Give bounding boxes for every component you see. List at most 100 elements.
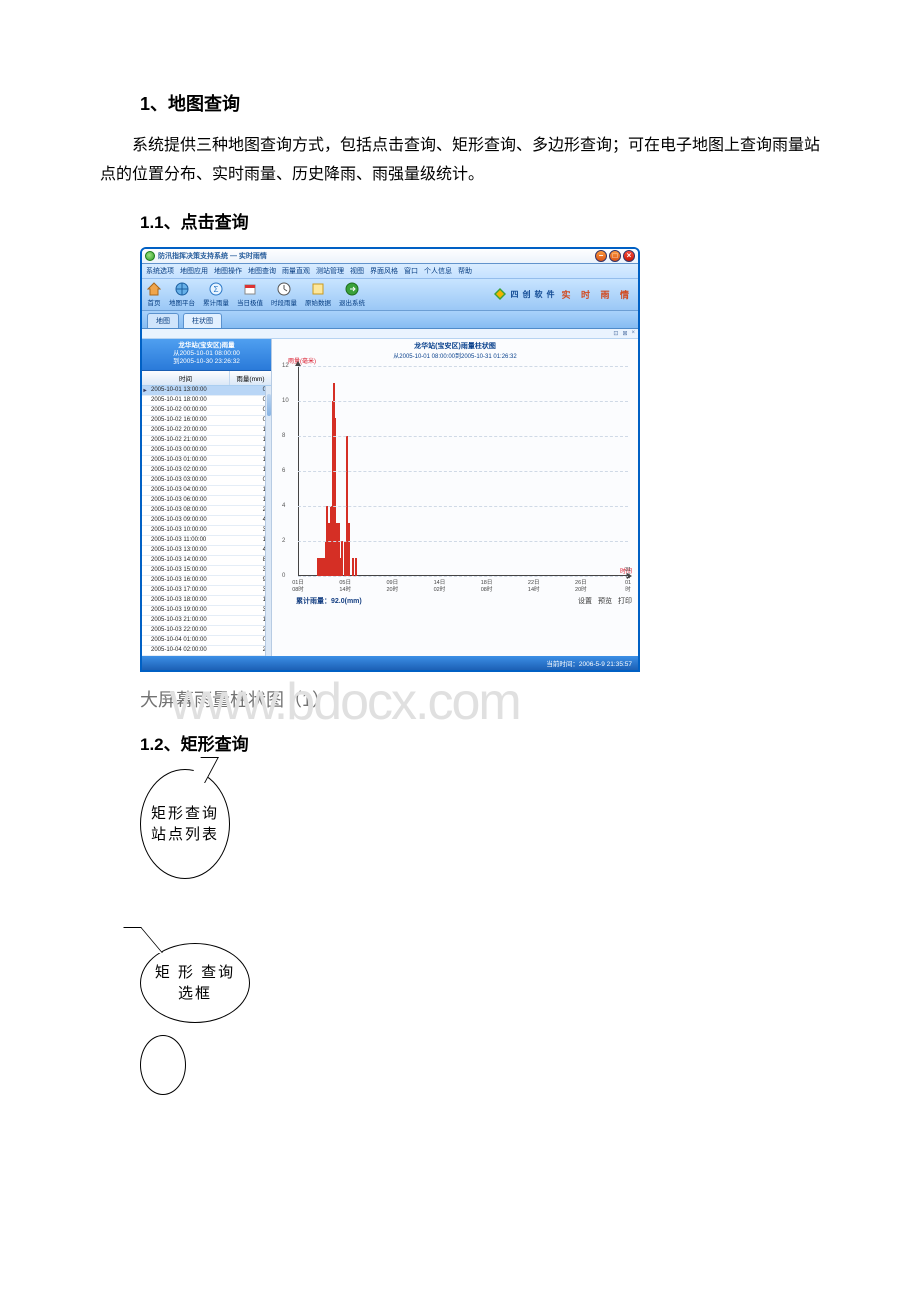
callout-bubble-empty	[140, 1035, 186, 1095]
menu-item[interactable]: 帮助	[458, 266, 472, 276]
table-row[interactable]: 2005-10-03 10:00:003	[142, 526, 271, 536]
x-tick: 09日20时	[386, 580, 398, 593]
menu-item[interactable]: 窗口	[404, 266, 418, 276]
toolbar-globe-button[interactable]: 地图平台	[169, 282, 195, 307]
scrollbar[interactable]	[265, 386, 271, 656]
subheading-click-query: 1.1、点击查询	[140, 208, 860, 233]
toolbar: 首页地图平台 Σ累计雨量当日极值时段雨量原始数据退出系统 四创软件 实 时 雨 情	[142, 279, 638, 311]
table-col-headers: 时间 雨量(mm)	[142, 371, 271, 386]
table-row[interactable]: 2005-10-04 02:00:002	[142, 646, 271, 656]
statusbar: 当前时间：2006-5-9 21:35:57	[142, 656, 638, 670]
toolbar-orig-button[interactable]: 原始数据	[305, 282, 331, 307]
toolbar-time-button[interactable]: 时段雨量	[271, 282, 297, 307]
table-row[interactable]: 2005-10-02 20:00:001	[142, 426, 271, 436]
inner-tab-button[interactable]: ⊡	[613, 330, 618, 337]
y-tick: 4	[282, 503, 285, 509]
maximize-button[interactable]: □	[609, 250, 621, 262]
table-row[interactable]: 2005-10-02 00:00:000	[142, 406, 271, 416]
inner-tab-button[interactable]: ⊠	[622, 330, 627, 337]
table-row[interactable]: 2005-10-03 01:00:001	[142, 456, 271, 466]
toolbar-exit-button[interactable]: 退出系统	[339, 282, 365, 307]
chart-canvas: 雨量(毫米) 时间 024681012 01日08时05日14时09日20时14…	[278, 364, 632, 594]
table-row[interactable]: ▸2005-10-01 13:00:000	[142, 386, 271, 396]
table-row[interactable]: 2005-10-03 21:00:001	[142, 616, 271, 626]
tab-1[interactable]: 柱状图	[183, 313, 222, 328]
table-row[interactable]: 2005-10-03 08:00:002	[142, 506, 271, 516]
chart-bar	[352, 558, 354, 575]
toolbar-sum-button[interactable]: Σ累计雨量	[203, 282, 229, 307]
inner-tab-button[interactable]: ×	[631, 330, 635, 337]
toolbar-home-button[interactable]: 首页	[147, 282, 161, 307]
table-row[interactable]: 2005-10-04 01:00:000	[142, 636, 271, 646]
chart-action-打印[interactable]: 打印	[618, 596, 632, 606]
table-row[interactable]: 2005-10-03 13:00:004	[142, 546, 271, 556]
tab-0[interactable]: 地图	[147, 313, 179, 328]
chart-action-预览[interactable]: 预览	[598, 596, 612, 606]
app-screenshot: 防汛指挥决策支持系统 — 实时雨情 − □ × 系统选项地图应用地图操作地图查询…	[140, 247, 860, 672]
table-row[interactable]: 2005-10-03 18:00:001	[142, 596, 271, 606]
figure-caption: 大屏幕雨量柱状图（1）	[140, 686, 860, 712]
table-body[interactable]: ▸2005-10-01 13:00:0002005-10-01 18:00:00…	[142, 386, 271, 656]
x-tick: 26日20时	[575, 580, 587, 593]
menu-item[interactable]: 视图	[350, 266, 364, 276]
subheading-rect-query: 1.2、矩形查询	[140, 730, 860, 755]
brand-tag: 实 时 雨 情	[561, 288, 633, 301]
table-row[interactable]: 2005-10-03 19:00:003	[142, 606, 271, 616]
data-table-pane: 龙华站(宝安区)雨量 从2005-10-01 08:00:00 到2005-10…	[142, 339, 272, 656]
menu-item[interactable]: 个人信息	[424, 266, 452, 276]
chart-action-设置[interactable]: 设置	[578, 596, 592, 606]
close-button[interactable]: ×	[623, 250, 635, 262]
menu-item[interactable]: 地图查询	[248, 266, 276, 276]
station-title: 龙华站(宝安区)雨量	[144, 342, 269, 350]
table-row[interactable]: 2005-10-03 00:00:001	[142, 446, 271, 456]
menu-item[interactable]: 测站管理	[316, 266, 344, 276]
x-tick: 01日08时	[292, 580, 304, 593]
menu-item[interactable]: 地图操作	[214, 266, 242, 276]
table-row[interactable]: 2005-10-03 16:00:009	[142, 576, 271, 586]
sub-tabs: 地图柱状图	[142, 311, 638, 329]
app-logo-icon	[145, 251, 155, 261]
brand-area: 四创软件 实 时 雨 情	[493, 287, 633, 301]
inner-tabs: ⊡ ⊠ ×	[142, 329, 638, 339]
range-to: 到2005-10-30 23:26:32	[144, 358, 269, 366]
table-row[interactable]: 2005-10-03 09:00:004	[142, 516, 271, 526]
y-tick: 0	[282, 573, 285, 579]
table-row[interactable]: 2005-10-03 04:00:001	[142, 486, 271, 496]
y-tick: 10	[282, 398, 289, 404]
table-row[interactable]: 2005-10-03 22:00:002	[142, 626, 271, 636]
y-tick: 12	[282, 363, 289, 369]
menu-item[interactable]: 地图应用	[180, 266, 208, 276]
brand-name: 四创软件	[510, 289, 558, 300]
chart-bar	[348, 523, 350, 576]
y-tick: 8	[282, 433, 285, 439]
minimize-button[interactable]: −	[595, 250, 607, 262]
table-row[interactable]: 2005-10-03 11:00:001	[142, 536, 271, 546]
table-row[interactable]: 2005-10-03 06:00:001	[142, 496, 271, 506]
callout-bubble-rect: 矩 形 查询选框	[140, 943, 250, 1023]
callout-tail-icon	[123, 927, 163, 953]
chart-subtitle: 从2005-10-01 08:00:00到2005-10-31 01:26:32	[272, 351, 638, 360]
menu-item[interactable]: 界面风格	[370, 266, 398, 276]
toolbar-day-button[interactable]: 当日极值	[237, 282, 263, 307]
table-row[interactable]: 2005-10-03 03:00:000	[142, 476, 271, 486]
titlebar: 防汛指挥决策支持系统 — 实时雨情 − □ ×	[142, 249, 638, 264]
menu-item[interactable]: 雨量直观	[282, 266, 310, 276]
table-row[interactable]: 2005-10-03 15:00:003	[142, 566, 271, 576]
y-tick: 6	[282, 468, 285, 474]
y-tick: 2	[282, 538, 285, 544]
chart-pane: 龙华站(宝安区)雨量柱状图 从2005-10-01 08:00:00到2005-…	[272, 339, 638, 656]
table-row[interactable]: 2005-10-03 14:00:008	[142, 556, 271, 566]
chart-bar	[355, 558, 357, 575]
col-rain[interactable]: 雨量(mm)	[230, 371, 271, 385]
table-row[interactable]: 2005-10-03 02:00:001	[142, 466, 271, 476]
x-tick: 14日02时	[434, 580, 446, 593]
sum-label: 累计雨量：92.0(mm)	[296, 596, 362, 606]
heading-map-query: 1、地图查询	[140, 90, 860, 116]
table-row[interactable]: 2005-10-02 21:00:001	[142, 436, 271, 446]
table-row[interactable]: 2005-10-03 17:00:003	[142, 586, 271, 596]
table-row[interactable]: 2005-10-01 18:00:000	[142, 396, 271, 406]
x-tick: 18日08时	[481, 580, 493, 593]
menu-item[interactable]: 系统选项	[146, 266, 174, 276]
table-row[interactable]: 2005-10-02 16:00:000	[142, 416, 271, 426]
col-time[interactable]: 时间	[142, 371, 230, 385]
